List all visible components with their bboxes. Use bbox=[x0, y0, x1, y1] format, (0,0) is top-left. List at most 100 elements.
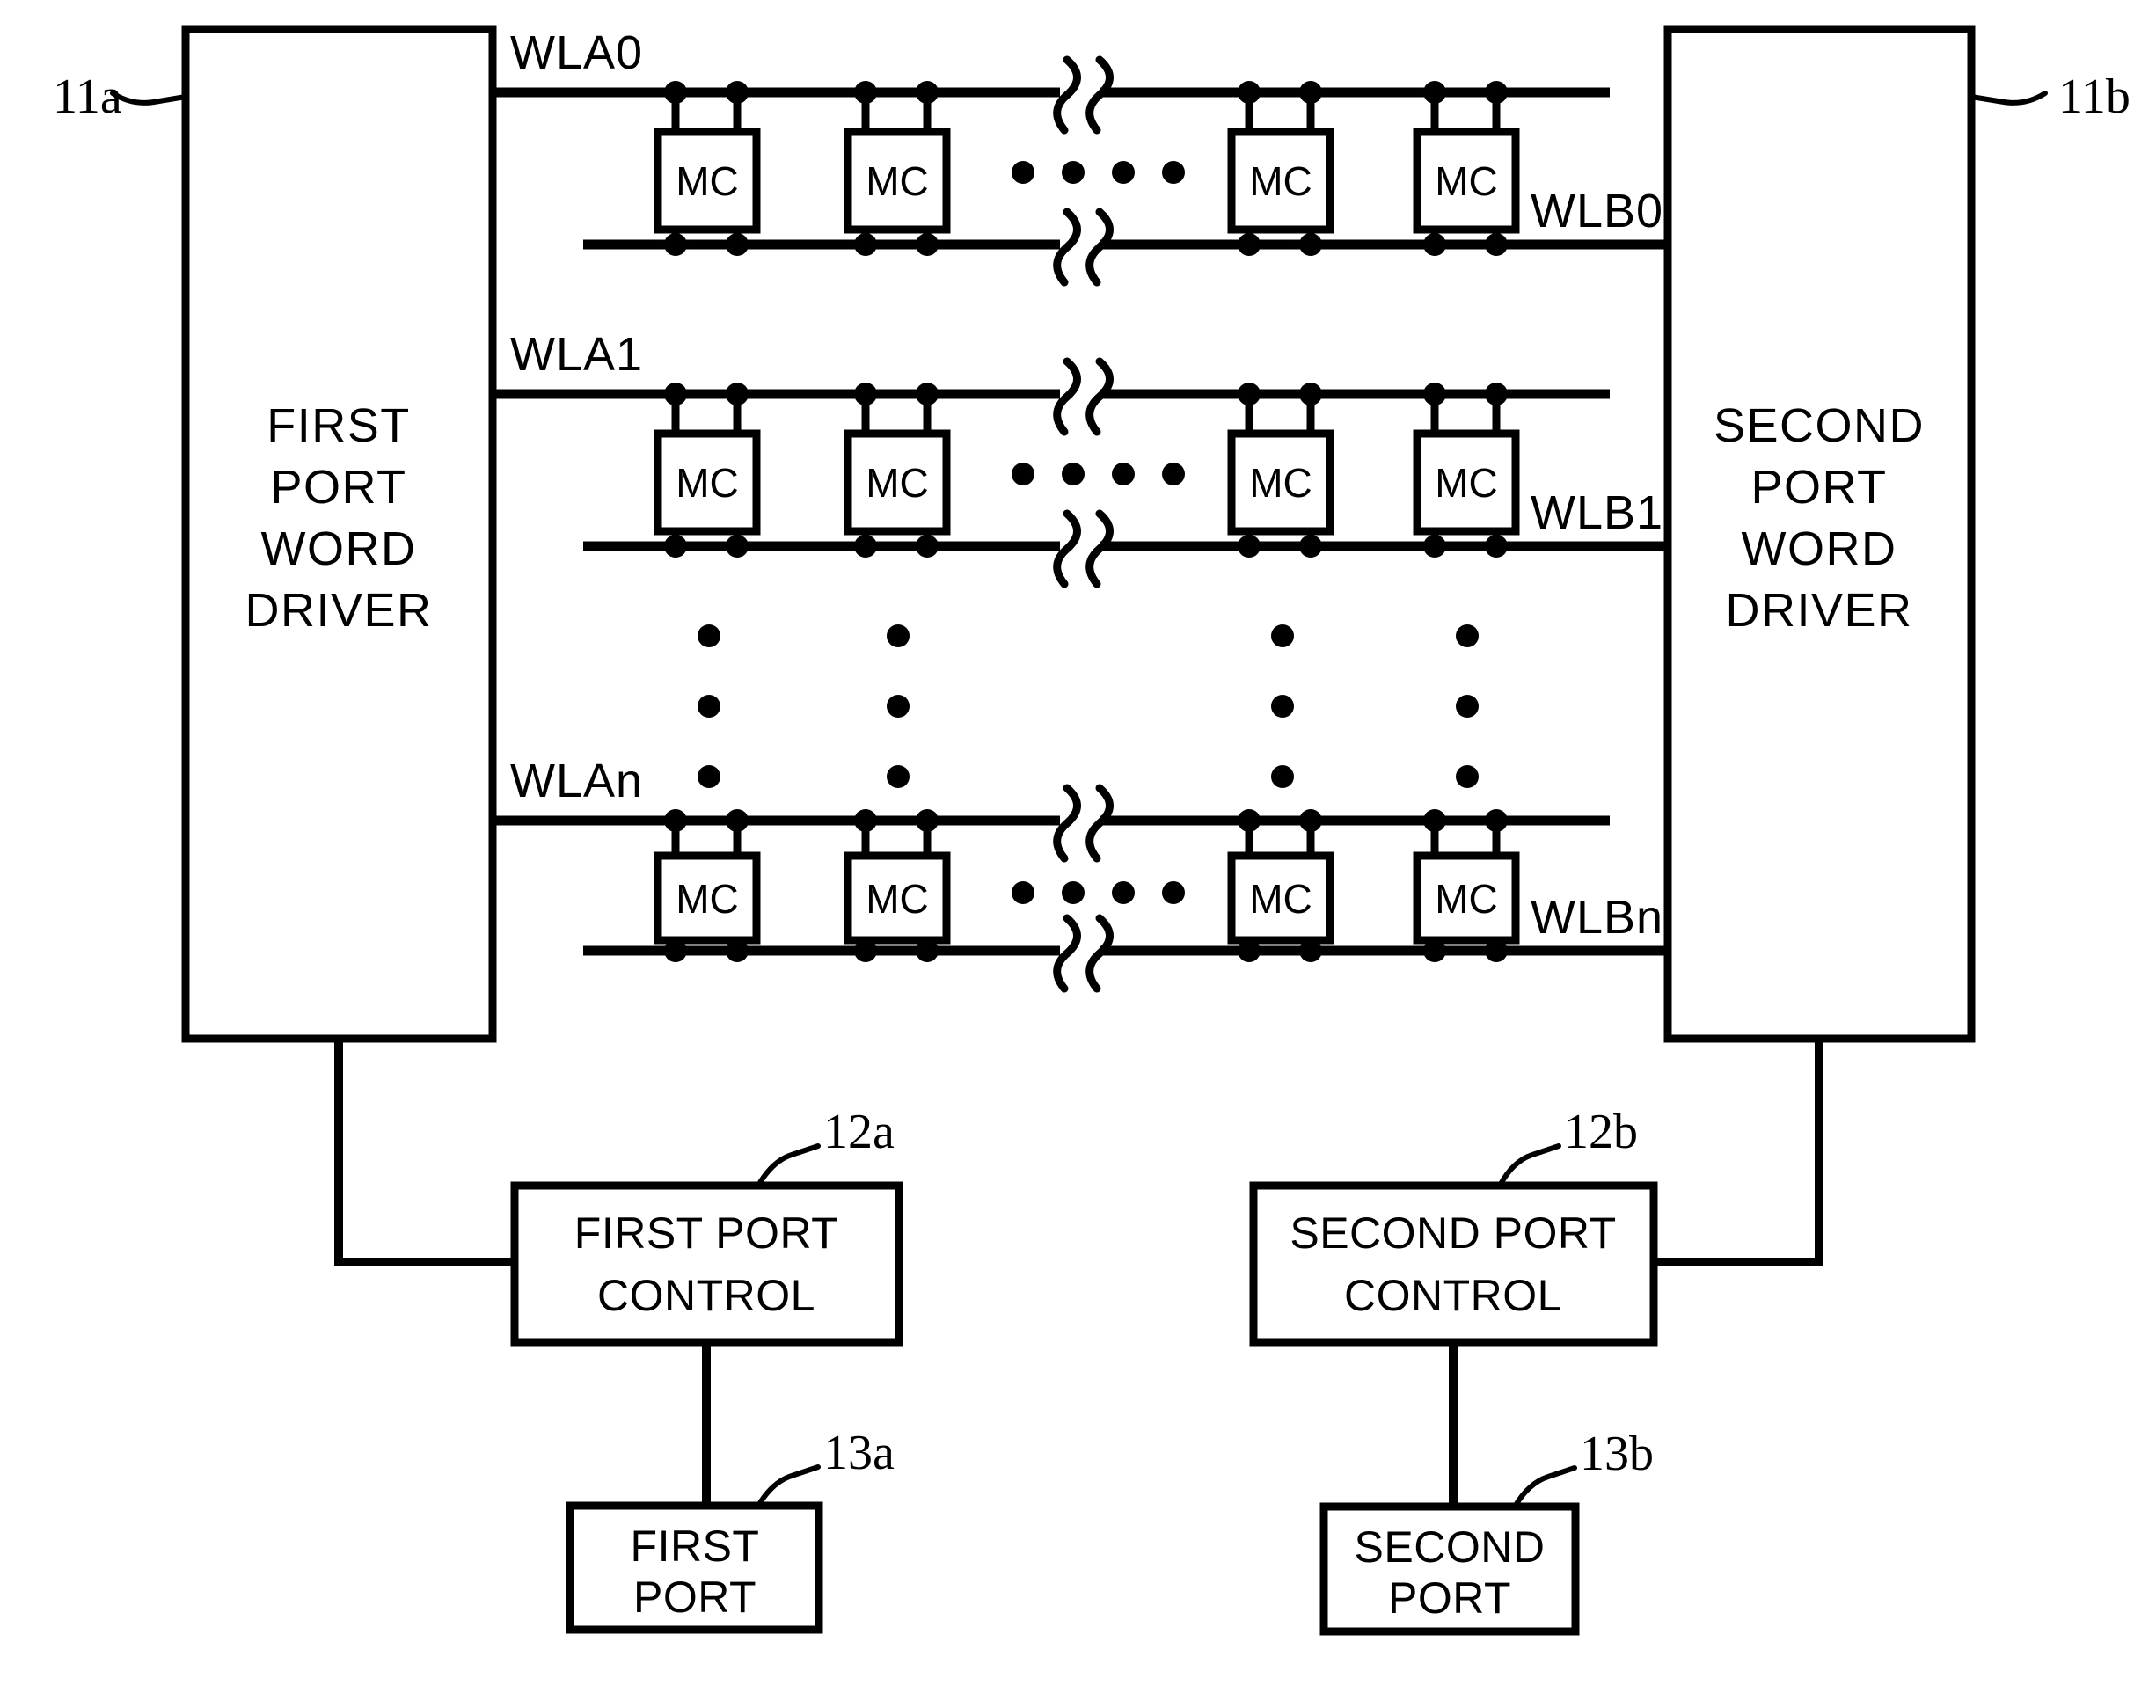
wordline-node bbox=[1238, 939, 1261, 962]
reference-13a-label: 13a bbox=[823, 1426, 895, 1480]
wordline-node bbox=[664, 535, 687, 558]
first-port-word-driver-line-1: FIRST bbox=[267, 399, 411, 452]
second-port-word-driver-block[interactable]: SECOND PORT WORD DRIVER bbox=[1663, 25, 1976, 1043]
wlb1-break-left bbox=[1053, 509, 1081, 588]
first-port-control-block[interactable]: FIRST PORT CONTROL bbox=[510, 1181, 903, 1347]
memory-cell-label: MC bbox=[1249, 158, 1312, 204]
vertical-ellipsis-column bbox=[698, 624, 720, 788]
first-port-word-driver-line-2: PORT bbox=[270, 461, 406, 514]
memory-row-0: WLA0 WLB0 MC MC MC MC bbox=[493, 26, 1668, 287]
wordline-node bbox=[854, 81, 877, 104]
memory-cell[interactable]: MC bbox=[1227, 809, 1334, 962]
wordline-node bbox=[664, 233, 687, 256]
first-port-control-line-1: FIRST PORT bbox=[574, 1208, 838, 1258]
memory-cell[interactable]: MC bbox=[844, 383, 951, 558]
memory-row-1: WLA1 WLB1 MC MC MC MC bbox=[493, 328, 1668, 588]
wordline-node bbox=[664, 383, 687, 405]
wordline-node bbox=[916, 535, 939, 558]
wordline-node bbox=[726, 383, 749, 405]
ellipsis-dot bbox=[1271, 624, 1294, 647]
wordline-node bbox=[726, 809, 749, 832]
vertical-ellipsis-column bbox=[1271, 624, 1294, 788]
ellipsis-dot bbox=[1112, 881, 1135, 904]
reference-12b-callout: 12b bbox=[1497, 1105, 1638, 1188]
reference-11a-callout: 11a bbox=[53, 69, 188, 124]
memory-cell[interactable]: MC bbox=[1413, 383, 1520, 558]
memory-cell-label: MC bbox=[866, 158, 929, 204]
wordline-node bbox=[916, 383, 939, 405]
memory-cell[interactable]: MC bbox=[654, 81, 761, 256]
reference-11b-leader bbox=[1969, 91, 2048, 106]
memory-cell[interactable]: MC bbox=[654, 383, 761, 558]
wlan-break-left bbox=[1053, 784, 1081, 863]
first-port-line-1: FIRST bbox=[631, 1522, 760, 1571]
wordline-node bbox=[1238, 233, 1261, 256]
ellipsis-dot bbox=[1012, 463, 1034, 485]
first-port-word-driver-line-4: DRIVER bbox=[245, 584, 432, 637]
wordline-node bbox=[664, 81, 687, 104]
second-port-block[interactable]: SECOND PORT bbox=[1319, 1502, 1580, 1636]
ellipsis-dot bbox=[1271, 695, 1294, 718]
wordline-node bbox=[1485, 81, 1508, 104]
wordline-node bbox=[664, 809, 687, 832]
memory-cell[interactable]: MC bbox=[654, 809, 761, 962]
wordline-node bbox=[1299, 939, 1322, 962]
wordline-node bbox=[854, 809, 877, 832]
wordline-node bbox=[854, 535, 877, 558]
figure-canvas: FIRST PORT WORD DRIVER 11a SECOND PORT W… bbox=[0, 0, 2156, 1708]
wordline-node bbox=[1238, 809, 1261, 832]
patent-figure-svg: FIRST PORT WORD DRIVER 11a SECOND PORT W… bbox=[53, 25, 2130, 1636]
reference-13b-leader bbox=[1512, 1465, 1577, 1509]
wlbn-label: WLBn bbox=[1531, 891, 1663, 944]
horizontal-ellipsis bbox=[1012, 161, 1185, 184]
wordline-node bbox=[1423, 81, 1446, 104]
wlb0-label: WLB0 bbox=[1531, 185, 1663, 237]
second-port-word-driver-line-1: SECOND bbox=[1714, 399, 1925, 452]
memory-cell-label: MC bbox=[1249, 876, 1312, 922]
first-port-line-2: PORT bbox=[633, 1573, 756, 1622]
memory-cell[interactable]: MC bbox=[1413, 809, 1520, 962]
memory-cell-label: MC bbox=[1435, 460, 1498, 506]
memory-cell[interactable]: MC bbox=[1413, 81, 1520, 256]
reference-12a-leader bbox=[756, 1143, 821, 1188]
wordline-node bbox=[1423, 535, 1446, 558]
reference-11a-leader bbox=[110, 91, 188, 106]
memory-cell-label: MC bbox=[676, 876, 739, 922]
reference-11a-label: 11a bbox=[53, 69, 122, 124]
ellipsis-dot bbox=[887, 624, 910, 647]
memory-cell[interactable]: MC bbox=[844, 81, 951, 256]
vertical-ellipsis-column bbox=[1456, 624, 1479, 788]
wlbn-break-left bbox=[1053, 914, 1081, 993]
memory-cell[interactable]: MC bbox=[844, 809, 951, 962]
wordline-node bbox=[916, 81, 939, 104]
wordline-node bbox=[726, 939, 749, 962]
reference-11b-label: 11b bbox=[2058, 69, 2130, 124]
memory-cell[interactable]: MC bbox=[1227, 383, 1334, 558]
wordline-node bbox=[1299, 383, 1322, 405]
wordline-node bbox=[916, 939, 939, 962]
second-port-word-driver-line-3: WORD bbox=[1742, 522, 1897, 575]
vertical-ellipsis-group bbox=[698, 624, 1479, 788]
ellipsis-dot bbox=[887, 765, 910, 788]
reference-13b-label: 13b bbox=[1580, 1427, 1654, 1481]
driver-to-first-port-control-wire bbox=[334, 1039, 515, 1266]
ellipsis-dot bbox=[1012, 881, 1034, 904]
memory-cell-label: MC bbox=[676, 158, 739, 204]
reference-13b-callout: 13b bbox=[1512, 1427, 1654, 1509]
wordline-node bbox=[726, 535, 749, 558]
ellipsis-dot bbox=[1112, 161, 1135, 184]
first-port-block[interactable]: FIRST PORT bbox=[566, 1501, 823, 1634]
second-port-line-2: PORT bbox=[1388, 1573, 1511, 1623]
wordline-node bbox=[1238, 535, 1261, 558]
wordline-node bbox=[1485, 233, 1508, 256]
memory-cell-label: MC bbox=[1435, 158, 1498, 204]
wordline-node bbox=[1485, 939, 1508, 962]
second-port-word-driver-line-4: DRIVER bbox=[1725, 584, 1912, 637]
first-port-word-driver-block[interactable]: FIRST PORT WORD DRIVER bbox=[181, 25, 497, 1043]
reference-12a-label: 12a bbox=[823, 1105, 895, 1159]
reference-13a-leader bbox=[756, 1464, 821, 1508]
second-port-control-block[interactable]: SECOND PORT CONTROL bbox=[1249, 1181, 1658, 1347]
ellipsis-dot bbox=[1162, 161, 1185, 184]
wordline-node bbox=[1485, 535, 1508, 558]
memory-cell[interactable]: MC bbox=[1227, 81, 1334, 256]
